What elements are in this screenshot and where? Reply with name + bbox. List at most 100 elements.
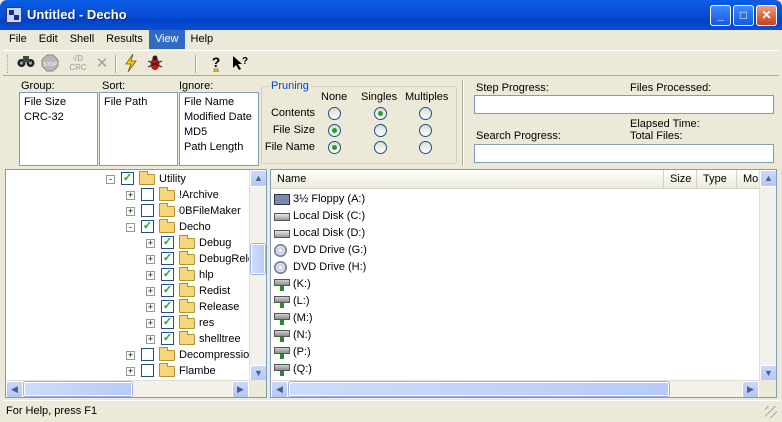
tree-checkbox[interactable]: ✓	[161, 252, 174, 265]
radio-filesize-singles[interactable]	[374, 124, 387, 137]
scroll-right-button[interactable]: ▶	[742, 381, 759, 397]
file-row[interactable]: Local Disk (D:)	[274, 225, 574, 242]
sort-listbox[interactable]: File Path	[99, 92, 178, 166]
list-item[interactable]: MD5	[184, 125, 254, 140]
radio-filesize-none[interactable]	[328, 124, 341, 137]
expand-icon[interactable]: +	[126, 207, 135, 216]
list-item[interactable]: CRC-32	[24, 110, 93, 125]
radio-contents-singles[interactable]	[374, 107, 387, 120]
resize-grip[interactable]	[765, 406, 777, 418]
list-item[interactable]: Path Length	[184, 140, 254, 155]
expand-icon[interactable]: +	[146, 287, 155, 296]
delete-x-icon[interactable]: ✕	[91, 54, 113, 74]
help-icon[interactable]: ?	[205, 54, 227, 74]
collapse-icon[interactable]: -	[126, 223, 135, 232]
close-button[interactable]: ✕	[756, 5, 777, 26]
menu-help[interactable]: Help	[185, 30, 220, 49]
tree-checkbox[interactable]	[141, 364, 154, 377]
collapse-icon[interactable]: -	[106, 175, 115, 184]
expand-icon[interactable]: +	[146, 255, 155, 264]
scroll-thumb[interactable]	[289, 382, 669, 396]
file-row[interactable]: DVD Drive (H:)	[274, 259, 574, 276]
tree-checkbox[interactable]: ✓	[161, 316, 174, 329]
expand-icon[interactable]: +	[126, 351, 135, 360]
app-icon[interactable]	[6, 7, 22, 23]
scroll-thumb[interactable]	[24, 382, 132, 396]
ignore-listbox[interactable]: File Name Modified Date MD5 Path Length	[179, 92, 259, 166]
tree-checkbox[interactable]: ✓	[161, 268, 174, 281]
expand-icon[interactable]: +	[146, 303, 155, 312]
column-type[interactable]: Type	[697, 170, 737, 189]
file-row[interactable]: DVD Drive (G:)	[274, 242, 574, 259]
tree-item[interactable]: + ✓ res	[6, 315, 249, 331]
tree-item[interactable]: - ✓ Decho	[6, 219, 249, 235]
scroll-up-button[interactable]: ▲	[760, 170, 776, 187]
column-size[interactable]: Size	[664, 170, 697, 189]
scroll-right-button[interactable]: ▶	[232, 381, 249, 397]
tree-checkbox[interactable]	[141, 348, 154, 361]
stop-icon[interactable]: STOP	[39, 54, 61, 74]
tree-checkbox[interactable]: ✓	[161, 284, 174, 297]
file-row[interactable]: (L:)	[274, 293, 574, 310]
column-modified[interactable]: Mo	[737, 170, 761, 189]
tree-item[interactable]: + ✓ Debug	[6, 235, 249, 251]
radio-contents-none[interactable]	[328, 107, 341, 120]
toolbar-grip[interactable]	[7, 55, 10, 73]
list-item[interactable]: File Size	[24, 95, 93, 110]
tree-checkbox[interactable]: ✓	[141, 220, 154, 233]
expand-icon[interactable]: +	[146, 271, 155, 280]
tree-vertical-scrollbar[interactable]: ▲ ▼	[249, 170, 266, 382]
tree-item[interactable]: +0BFileMaker	[6, 203, 249, 219]
minimize-button[interactable]: _	[710, 5, 731, 26]
radio-filename-multiples[interactable]	[419, 141, 432, 154]
list-item[interactable]: File Name	[184, 95, 254, 110]
tree-item[interactable]: + ✓ Redist	[6, 283, 249, 299]
expand-icon[interactable]: +	[146, 319, 155, 328]
file-row[interactable]: Local Disk (C:)	[274, 208, 574, 225]
files-horizontal-scrollbar[interactable]: ◀ ▶	[271, 380, 759, 397]
scroll-thumb[interactable]	[251, 244, 265, 274]
folder-tree[interactable]: - ✓ Utility + !Archive +0BFileMaker - ✓ Decho + ✓ D…	[5, 169, 267, 398]
tree-checkbox[interactable]: ✓	[161, 236, 174, 249]
scroll-up-button[interactable]: ▲	[250, 170, 266, 187]
file-row[interactable]: (P:)	[274, 344, 574, 361]
file-row[interactable]: (M:)	[274, 310, 574, 327]
scroll-left-button[interactable]: ◀	[271, 381, 288, 397]
menu-view[interactable]: View	[148, 30, 185, 49]
list-item[interactable]: File Path	[104, 95, 173, 110]
file-row[interactable]: (K:)	[274, 276, 574, 293]
context-help-icon[interactable]: ?	[229, 54, 251, 74]
file-row[interactable]: 3½ Floppy (A:)	[274, 191, 574, 208]
tree-item[interactable]: + !Archive	[6, 187, 249, 203]
file-row[interactable]: (Q:)	[274, 361, 574, 378]
tree-item[interactable]: - ✓ Utility	[6, 171, 249, 187]
radio-filesize-multiples[interactable]	[419, 124, 432, 137]
list-item[interactable]: Modified Date	[184, 110, 254, 125]
tree-item[interactable]: + ✓ shelltree	[6, 331, 249, 347]
binoculars-icon[interactable]	[15, 54, 37, 74]
tree-checkbox[interactable]: ✓	[161, 300, 174, 313]
lightning-icon[interactable]	[120, 53, 142, 74]
radio-filename-none[interactable]	[328, 141, 341, 154]
tree-horizontal-scrollbar[interactable]: ◀ ▶	[6, 380, 249, 397]
group-listbox[interactable]: File Size CRC-32	[19, 92, 98, 166]
radio-filename-singles[interactable]	[374, 141, 387, 154]
tree-item[interactable]: + Decompression	[6, 347, 255, 363]
tree-item[interactable]: + Flambe	[6, 363, 249, 379]
files-vertical-scrollbar[interactable]: ▲ ▼	[759, 170, 776, 382]
tree-checkbox[interactable]: ✓	[161, 332, 174, 345]
expand-icon[interactable]: +	[146, 239, 155, 248]
title-bar[interactable]: Untitled - Decho _ □ ✕	[0, 0, 782, 30]
tree-item[interactable]: + ✓ hlp	[6, 267, 249, 283]
menu-file[interactable]: File	[3, 30, 33, 49]
tree-item[interactable]: + ✓ DebugRele	[6, 251, 254, 267]
maximize-button[interactable]: □	[733, 5, 754, 26]
expand-icon[interactable]: +	[126, 191, 135, 200]
bug-icon[interactable]	[144, 54, 166, 74]
tree-checkbox[interactable]: ✓	[121, 172, 134, 185]
tree-item[interactable]: + ✓ Release	[6, 299, 249, 315]
radio-contents-multiples[interactable]	[419, 107, 432, 120]
tree-checkbox[interactable]	[141, 204, 154, 217]
file-row[interactable]: (N:)	[274, 327, 574, 344]
menu-results[interactable]: Results	[100, 30, 149, 49]
